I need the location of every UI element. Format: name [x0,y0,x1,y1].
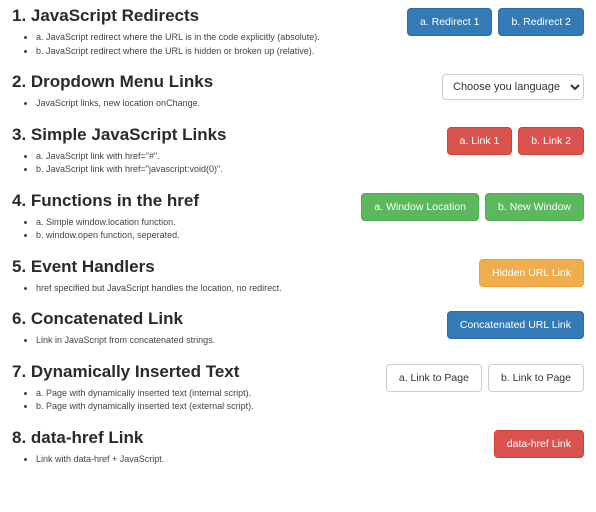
new-window-button[interactable]: b. New Window [485,193,584,221]
section-js-redirects: 1. JavaScript Redirects a. JavaScript re… [12,6,584,68]
bullet-item: JavaScript links, new location onChange. [36,97,432,111]
link-2-button[interactable]: b. Link 2 [518,127,584,155]
bullet-item: a. Simple window.location function. [36,216,351,230]
section-simple-js-links: 3. Simple JavaScript Links a. JavaScript… [12,125,584,187]
section-actions: data-href Link [494,428,584,458]
bullet-list: Link in JavaScript from concatenated str… [36,334,437,348]
bullet-item: Link with data-href + JavaScript. [36,453,484,467]
section-data-href: 8. data-href Link Link with data-href + … [12,428,584,477]
section-left: 5. Event Handlers href specified but Jav… [12,257,479,306]
section-heading: 7. Dynamically Inserted Text [12,362,376,382]
redirect-2-button[interactable]: b. Redirect 2 [498,8,584,36]
bullet-item: Link in JavaScript from concatenated str… [36,334,437,348]
section-actions: a. Window Location b. New Window [361,191,584,221]
bullet-list: JavaScript links, new location onChange. [36,97,432,111]
bullet-list: a. Simple window.location function. b. w… [36,216,351,243]
link-to-page-a-button[interactable]: a. Link to Page [386,364,482,392]
bullet-list: href specified but JavaScript handles th… [36,282,469,296]
redirect-1-button[interactable]: a. Redirect 1 [407,8,493,36]
language-select[interactable]: Choose you language [442,74,584,100]
section-heading: 6. Concatenated Link [12,309,437,329]
section-heading: 8. data-href Link [12,428,484,448]
section-dropdown-links: 2. Dropdown Menu Links JavaScript links,… [12,72,584,121]
bullet-list: Link with data-href + JavaScript. [36,453,484,467]
bullet-item: b. Page with dynamically inserted text (… [36,400,376,414]
section-heading: 3. Simple JavaScript Links [12,125,437,145]
section-heading: 4. Functions in the href [12,191,351,211]
section-left: 6. Concatenated Link Link in JavaScript … [12,309,447,358]
bullet-item: b. window.open function, seperated. [36,229,351,243]
section-left: 7. Dynamically Inserted Text a. Page wit… [12,362,386,424]
link-1-button[interactable]: a. Link 1 [447,127,513,155]
window-location-button[interactable]: a. Window Location [361,193,479,221]
section-left: 1. JavaScript Redirects a. JavaScript re… [12,6,407,68]
section-event-handlers: 5. Event Handlers href specified but Jav… [12,257,584,306]
section-heading: 2. Dropdown Menu Links [12,72,432,92]
bullet-item: b. JavaScript redirect where the URL is … [36,45,397,59]
bullet-list: a. Page with dynamically inserted text (… [36,387,376,414]
section-actions: a. Link 1 b. Link 2 [447,125,584,155]
bullet-item: a. JavaScript redirect where the URL is … [36,31,397,45]
section-left: 8. data-href Link Link with data-href + … [12,428,494,477]
hidden-url-button[interactable]: Hidden URL Link [479,259,584,287]
section-actions: a. Link to Page b. Link to Page [386,362,584,392]
section-actions: a. Redirect 1 b. Redirect 2 [407,6,584,36]
data-href-button[interactable]: data-href Link [494,430,584,458]
bullet-list: a. JavaScript redirect where the URL is … [36,31,397,58]
concatenated-url-button[interactable]: Concatenated URL Link [447,311,584,339]
section-actions: Hidden URL Link [479,257,584,287]
section-dynamic-text: 7. Dynamically Inserted Text a. Page wit… [12,362,584,424]
section-actions: Choose you language [442,72,584,100]
section-left: 2. Dropdown Menu Links JavaScript links,… [12,72,442,121]
section-functions-href: 4. Functions in the href a. Simple windo… [12,191,584,253]
bullet-item: href specified but JavaScript handles th… [36,282,469,296]
section-heading: 5. Event Handlers [12,257,469,277]
bullet-list: a. JavaScript link with href="#". b. Jav… [36,150,437,177]
bullet-item: b. JavaScript link with href="javascript… [36,163,437,177]
bullet-item: a. JavaScript link with href="#". [36,150,437,164]
section-actions: Concatenated URL Link [447,309,584,339]
bullet-item: a. Page with dynamically inserted text (… [36,387,376,401]
section-concatenated-link: 6. Concatenated Link Link in JavaScript … [12,309,584,358]
link-to-page-b-button[interactable]: b. Link to Page [488,364,584,392]
section-left: 4. Functions in the href a. Simple windo… [12,191,361,253]
section-left: 3. Simple JavaScript Links a. JavaScript… [12,125,447,187]
section-heading: 1. JavaScript Redirects [12,6,397,26]
